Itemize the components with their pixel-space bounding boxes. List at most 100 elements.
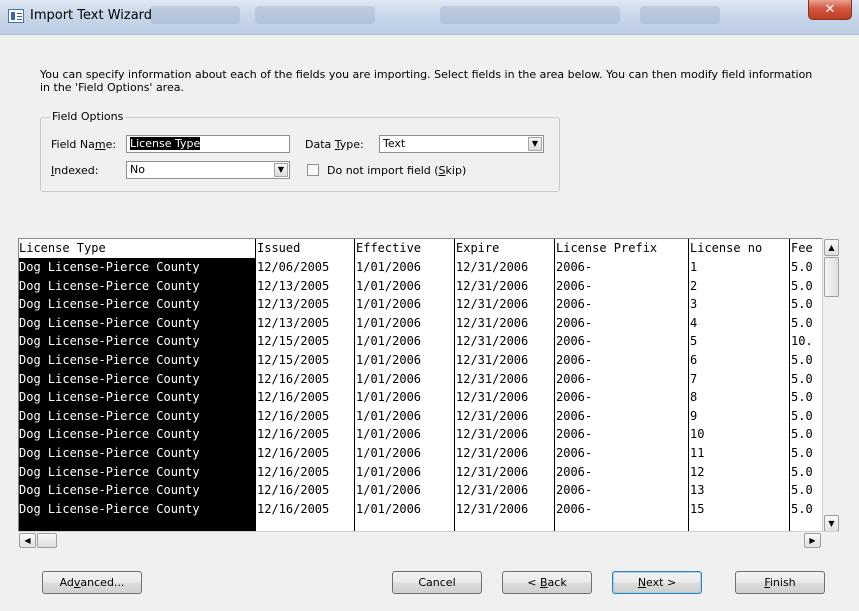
cell-license-no: 2 [690,278,698,293]
cell-effective: 1/01/2006 [356,427,422,442]
vertical-scrollbar[interactable]: ▲ ▼ [822,238,839,533]
column-divider[interactable] [454,239,455,532]
scroll-down-icon[interactable]: ▼ [824,515,839,532]
horizontal-scrollbar[interactable]: ◀ ▶ [18,531,839,548]
horizontal-scroll-thumb[interactable] [37,533,57,548]
scroll-left-icon[interactable]: ◀ [19,533,36,548]
indexed-label: Indexed: [51,164,99,177]
cell-license-prefix: 2006- [556,315,593,330]
chevron-down-icon[interactable]: ▼ [274,163,288,177]
cell-expire: 12/31/2006 [456,371,529,386]
column-header-expire[interactable]: Expire [456,241,499,255]
chevron-down-icon[interactable]: ▼ [528,137,542,151]
background-blur [150,6,240,24]
field-name-value: License Type [130,137,201,150]
cell-effective: 1/01/2006 [356,278,422,293]
advanced-button[interactable]: Advanced... [42,571,142,594]
indexed-select[interactable]: No ▼ [126,161,290,179]
indexed-value: No [130,163,145,176]
cell-license-type: Dog License-Pierce County [19,260,200,274]
background-blur [255,6,375,24]
cell-license-no: 9 [690,408,698,423]
cell-effective: 1/01/2006 [356,260,422,274]
cell-license-prefix: 2006- [556,427,593,442]
column-header-license-type[interactable]: License Type [19,241,106,255]
cell-expire: 12/31/2006 [456,408,529,423]
background-blur [640,6,720,24]
finish-button[interactable]: Finish [735,571,825,594]
cell-effective: 1/01/2006 [356,464,422,479]
scroll-right-icon[interactable]: ▶ [804,533,821,548]
scroll-up-icon[interactable]: ▲ [824,239,839,256]
data-preview-grid[interactable]: License Type Issued Effective Expire License… [18,238,824,533]
cell-expire: 12/31/2006 [456,315,529,330]
cell-effective: 1/01/2006 [356,501,422,516]
cell-fee: 5.0 [791,260,813,274]
cell-license-type: Dog License-Pierce County [19,427,200,442]
vertical-scroll-thumb[interactable] [824,257,839,297]
cell-fee: 5.0 [791,446,813,460]
cancel-button[interactable]: Cancel [392,571,482,594]
cell-license-prefix: 2006- [556,278,593,293]
cell-issued: 12/16/2005 [257,427,330,442]
cell-expire: 12/31/2006 [456,446,529,460]
column-header-effective[interactable]: Effective [356,241,421,255]
cell-license-no: 15 [690,501,705,516]
cell-issued: 12/16/2005 [257,501,330,516]
cell-fee: 5.0 [791,408,813,423]
cell-license-type: Dog License-Pierce County [19,315,200,330]
skip-field-checkbox[interactable] [307,164,319,176]
cell-license-prefix: 2006- [556,446,593,460]
skip-field-label: Do not import field (Skip) [327,164,467,177]
cell-fee: 5.0 [791,427,813,442]
cell-license-prefix: 2006- [556,260,593,274]
field-name-input[interactable]: License Type [126,135,290,153]
import-text-wizard-window: Import Text Wizard ✕ You can specify inf… [0,0,859,611]
window-title: Import Text Wizard [30,8,153,23]
cell-issued: 12/16/2005 [257,371,330,386]
column-divider[interactable] [554,239,555,532]
column-divider[interactable] [789,239,790,532]
cell-expire: 12/31/2006 [456,260,529,274]
next-button[interactable]: Next > [612,571,702,594]
column-header-license-prefix[interactable]: License Prefix [556,241,657,255]
instructions-text: You can specify information about each o… [40,68,813,94]
column-divider[interactable] [688,239,689,532]
cell-expire: 12/31/2006 [456,427,529,442]
field-name-label: Field Name: [51,138,117,151]
cell-license-no: 1 [690,260,698,274]
data-type-select[interactable]: Text ▼ [379,135,544,153]
cell-license-type: Dog License-Pierce County [19,334,200,349]
cell-license-type: Dog License-Pierce County [19,483,200,498]
column-header-license-no[interactable]: License no [690,241,762,255]
cell-issued: 12/06/2005 [257,260,330,274]
access-wizard-icon [8,9,24,23]
background-blur [440,6,620,24]
back-button[interactable]: < Back [502,571,592,594]
column-header-fee[interactable]: Fee [791,241,813,255]
cell-fee: 5.0 [791,353,813,367]
cell-license-no: 13 [690,483,705,498]
cell-effective: 1/01/2006 [356,315,422,330]
field-options-group [40,117,560,192]
cell-effective: 1/01/2006 [356,371,422,386]
cell-license-prefix: 2006- [556,390,593,405]
cell-issued: 12/13/2005 [257,278,330,293]
column-header-issued[interactable]: Issued [257,241,300,255]
column-divider[interactable] [255,239,256,532]
cell-fee: 5.0 [791,464,813,479]
cell-license-type: Dog License-Pierce County [19,464,200,479]
cell-fee: 5.0 [791,501,813,516]
cell-license-no: 11 [690,446,705,460]
cell-license-type: Dog License-Pierce County [19,278,200,293]
cell-license-type: Dog License-Pierce County [19,353,200,367]
cell-license-no: 12 [690,464,705,479]
cell-license-no: 5 [690,334,698,349]
close-button[interactable]: ✕ [808,0,852,20]
cell-effective: 1/01/2006 [356,408,422,423]
cell-license-no: 4 [690,315,698,330]
cell-issued: 12/13/2005 [257,315,330,330]
cell-effective: 1/01/2006 [356,334,422,349]
column-divider[interactable] [354,239,355,532]
cell-issued: 12/15/2005 [257,334,330,349]
